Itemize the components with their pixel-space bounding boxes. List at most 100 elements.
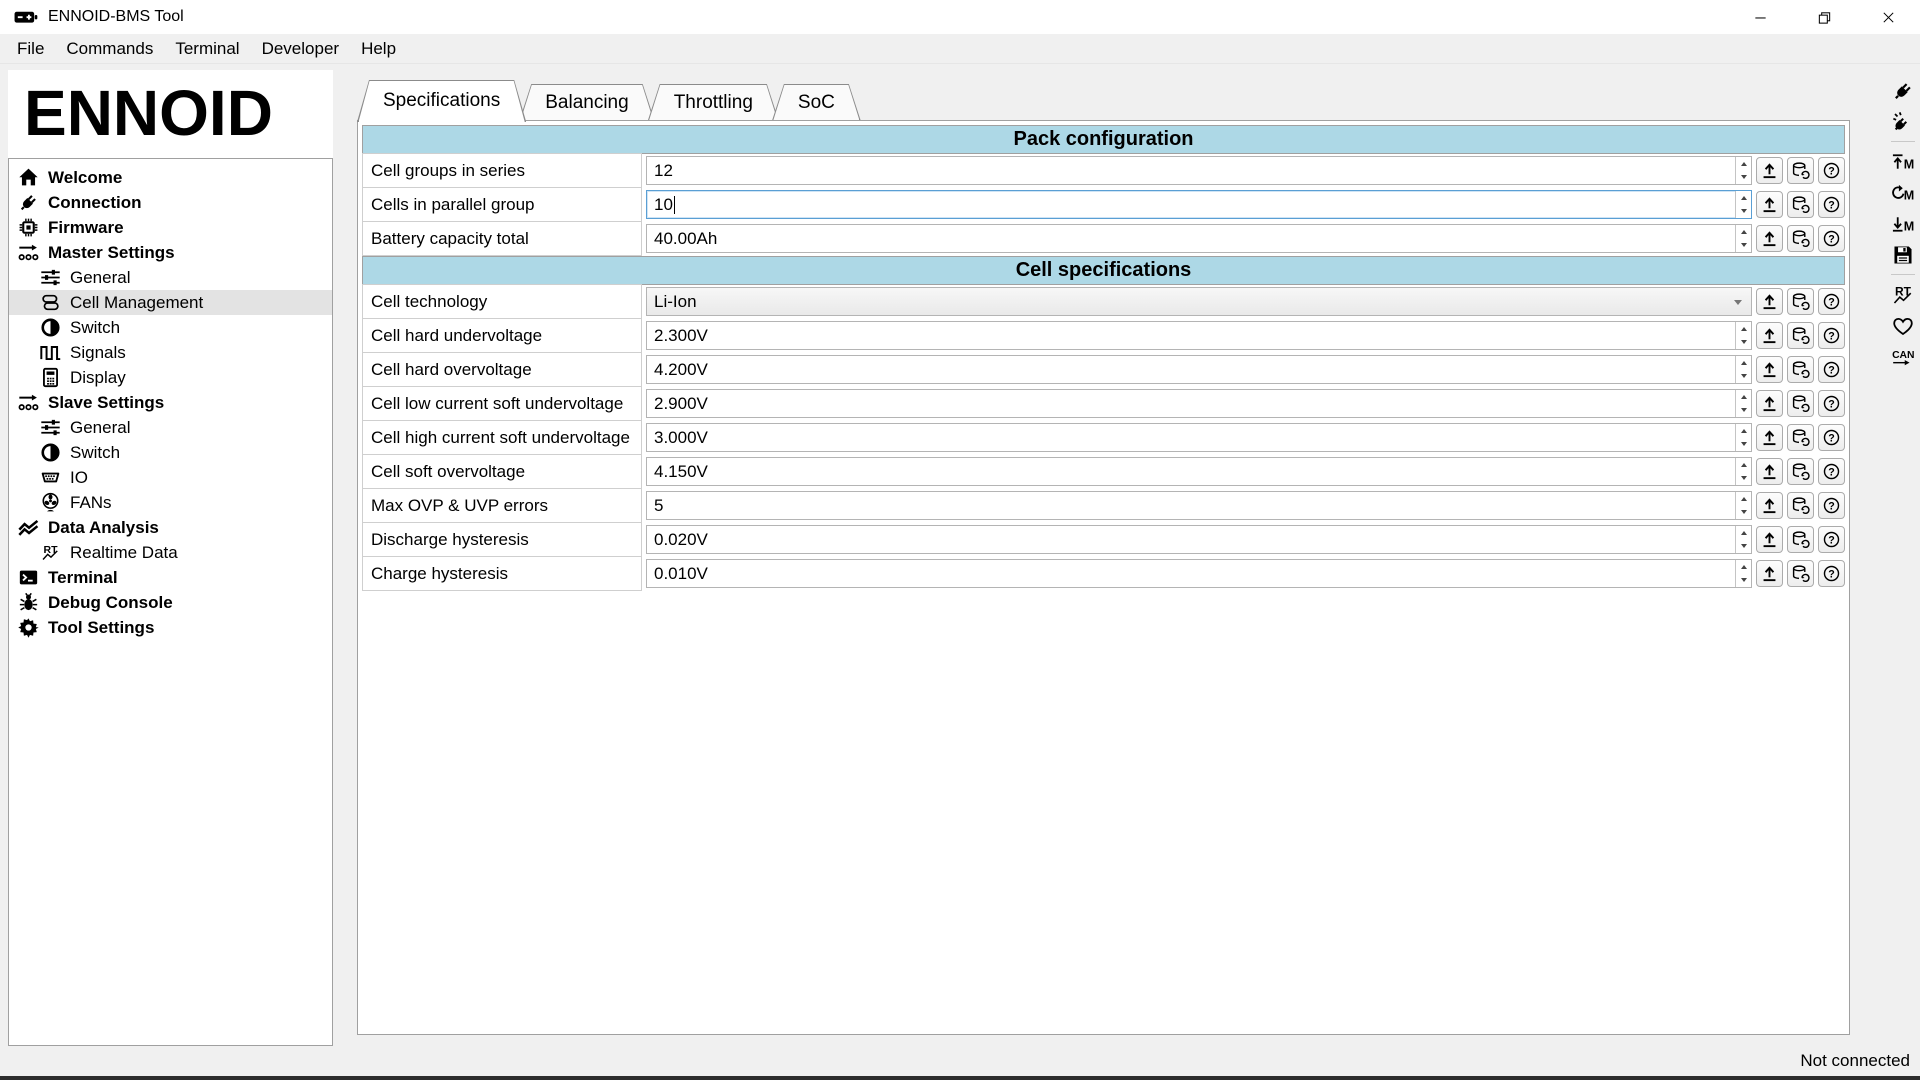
upload-button[interactable]	[1756, 424, 1783, 451]
sidebar-item-connection[interactable]: Connection	[9, 190, 332, 215]
spin-up-button[interactable]	[1736, 560, 1751, 574]
max-ovp-uvp-errors-input[interactable]: 5	[646, 491, 1752, 520]
upload-button[interactable]	[1756, 225, 1783, 252]
sidebar-item-signals[interactable]: Signals	[9, 340, 332, 365]
spin-down-button[interactable]	[1736, 472, 1751, 486]
sidebar-item-display[interactable]: Display	[9, 365, 332, 390]
can-forward-button[interactable]: CAN	[1888, 342, 1918, 371]
cell-groups-in-series-input[interactable]: 12	[646, 156, 1752, 185]
restore-default-button[interactable]	[1787, 458, 1814, 485]
help-button[interactable]: ?	[1818, 191, 1845, 218]
upload-button[interactable]	[1756, 322, 1783, 349]
restore-default-button[interactable]	[1787, 288, 1814, 315]
tab-specifications[interactable]: Specifications	[357, 80, 526, 122]
upload-button[interactable]	[1756, 458, 1783, 485]
spin-down-button[interactable]	[1736, 540, 1751, 554]
menu-terminal[interactable]: Terminal	[164, 36, 250, 62]
spin-down-button[interactable]	[1736, 370, 1751, 384]
sidebar-item-general[interactable]: General	[9, 265, 332, 290]
spin-up-button[interactable]	[1736, 191, 1751, 205]
cell-high-current-soft-undervoltage-input[interactable]: 3.000V	[646, 423, 1752, 452]
help-button[interactable]: ?	[1818, 356, 1845, 383]
upload-button[interactable]	[1756, 356, 1783, 383]
help-button[interactable]: ?	[1818, 390, 1845, 417]
restore-default-button[interactable]	[1787, 560, 1814, 587]
spin-up-button[interactable]	[1736, 225, 1751, 239]
spin-down-button[interactable]	[1736, 438, 1751, 452]
restore-default-button[interactable]	[1787, 322, 1814, 349]
cell-soft-overvoltage-input[interactable]: 4.150V	[646, 457, 1752, 486]
cells-in-parallel-group-input[interactable]: 10	[646, 190, 1752, 219]
spin-down-button[interactable]	[1736, 171, 1751, 185]
upload-button[interactable]	[1756, 157, 1783, 184]
help-button[interactable]: ?	[1818, 288, 1845, 315]
minimize-button[interactable]	[1728, 0, 1792, 34]
spin-up-button[interactable]	[1736, 526, 1751, 540]
connect-button[interactable]	[1888, 76, 1918, 105]
disconnect-button[interactable]	[1888, 107, 1918, 136]
spin-down-button[interactable]	[1736, 239, 1751, 253]
sidebar-item-fans[interactable]: FANs	[9, 490, 332, 515]
discharge-hysteresis-input[interactable]: 0.020V	[646, 525, 1752, 554]
menu-developer[interactable]: Developer	[251, 36, 351, 62]
sidebar-item-welcome[interactable]: Welcome	[9, 165, 332, 190]
reload-master-button[interactable]: M	[1888, 178, 1918, 207]
spin-down-button[interactable]	[1736, 574, 1751, 588]
sidebar-item-switch[interactable]: Switch	[9, 315, 332, 340]
help-button[interactable]: ?	[1818, 322, 1845, 349]
cell-low-current-soft-undervoltage-input[interactable]: 2.900V	[646, 389, 1752, 418]
help-button[interactable]: ?	[1818, 458, 1845, 485]
sidebar-item-terminal[interactable]: Terminal	[9, 565, 332, 590]
restore-default-button[interactable]	[1787, 390, 1814, 417]
upload-button[interactable]	[1756, 560, 1783, 587]
spin-up-button[interactable]	[1736, 458, 1751, 472]
menu-file[interactable]: File	[6, 36, 55, 62]
sidebar-item-switch[interactable]: Switch	[9, 440, 332, 465]
help-button[interactable]: ?	[1818, 424, 1845, 451]
menu-commands[interactable]: Commands	[55, 36, 164, 62]
spin-up-button[interactable]	[1736, 157, 1751, 171]
help-button[interactable]: ?	[1818, 526, 1845, 553]
favorites-button[interactable]	[1888, 311, 1918, 340]
spin-down-button[interactable]	[1736, 404, 1751, 418]
help-button[interactable]: ?	[1818, 157, 1845, 184]
cell-hard-undervoltage-input[interactable]: 2.300V	[646, 321, 1752, 350]
charge-hysteresis-input[interactable]: 0.010V	[646, 559, 1752, 588]
sidebar-item-realtime-data[interactable]: RTRealtime Data	[9, 540, 332, 565]
sidebar-item-general[interactable]: General	[9, 415, 332, 440]
help-button[interactable]: ?	[1818, 492, 1845, 519]
tab-balancing[interactable]: Balancing	[519, 84, 654, 121]
restore-default-button[interactable]	[1787, 526, 1814, 553]
spin-down-button[interactable]	[1736, 506, 1751, 520]
sidebar-item-firmware[interactable]: Firmware	[9, 215, 332, 240]
sidebar-item-slave-settings[interactable]: Slave Settings	[9, 390, 332, 415]
restore-default-button[interactable]	[1787, 492, 1814, 519]
sidebar-item-tool-settings[interactable]: Tool Settings	[9, 615, 332, 640]
spin-up-button[interactable]	[1736, 424, 1751, 438]
close-button[interactable]	[1856, 0, 1920, 34]
spin-up-button[interactable]	[1736, 492, 1751, 506]
spin-up-button[interactable]	[1736, 322, 1751, 336]
upload-button[interactable]	[1756, 288, 1783, 315]
restore-button[interactable]	[1792, 0, 1856, 34]
sidebar-item-cell-management[interactable]: Cell Management	[9, 290, 332, 315]
tab-soc[interactable]: SoC	[772, 84, 861, 121]
tab-throttling[interactable]: Throttling	[648, 84, 779, 121]
save-button[interactable]	[1888, 240, 1918, 269]
restore-default-button[interactable]	[1787, 191, 1814, 218]
spin-down-button[interactable]	[1736, 336, 1751, 350]
spin-up-button[interactable]	[1736, 356, 1751, 370]
realtime-data-button[interactable]: RT	[1888, 280, 1918, 309]
sidebar-item-io[interactable]: IO	[9, 465, 332, 490]
sidebar-item-debug-console[interactable]: Debug Console	[9, 590, 332, 615]
cell-technology-select[interactable]: Li-Ion	[646, 287, 1752, 316]
read-master-button[interactable]: M	[1888, 147, 1918, 176]
help-button[interactable]: ?	[1818, 225, 1845, 252]
spin-down-button[interactable]	[1736, 205, 1751, 219]
help-button[interactable]: ?	[1818, 560, 1845, 587]
spin-up-button[interactable]	[1736, 390, 1751, 404]
battery-capacity-total-input[interactable]: 40.00Ah	[646, 224, 1752, 253]
upload-button[interactable]	[1756, 526, 1783, 553]
menu-help[interactable]: Help	[350, 36, 407, 62]
restore-default-button[interactable]	[1787, 424, 1814, 451]
